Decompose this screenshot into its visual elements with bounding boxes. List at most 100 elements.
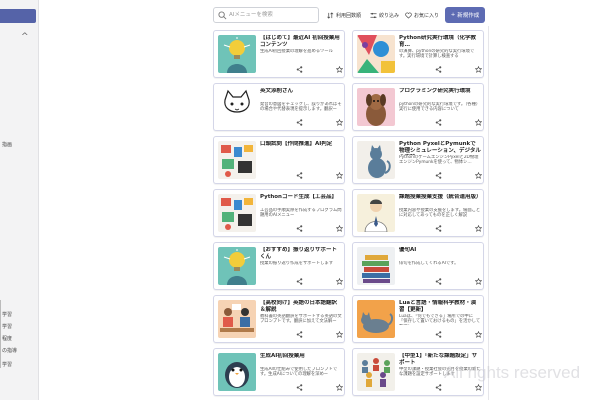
share-icon[interactable] (296, 119, 303, 126)
cat-lying-icon (357, 300, 395, 338)
menu-card[interactable]: Python PyxelとPymunkで物理シミュレーション、デジタルの実験ー … (352, 136, 484, 184)
sidebar-divider (0, 300, 1, 368)
search-input[interactable] (229, 9, 315, 21)
dog-icon (357, 88, 395, 126)
menu-card[interactable]: Python研究実行環境（化学教育… の演算、pythonの研究的な実行環境です… (352, 30, 484, 78)
share-icon[interactable] (296, 172, 303, 179)
menu-card[interactable]: 口頭試問【作問推進】AI判定 (213, 136, 345, 184)
card-title: Luaと言語・情報科学教材・演習【更新】 (399, 300, 477, 313)
card-title: 【おすすめ】振り返りサポートくん (260, 247, 338, 260)
card-description: pythonの研究的な実行環境です。（各種）実行に使用できる内容について (399, 102, 481, 113)
sidebar-item-2[interactable]: 学習 (2, 324, 12, 330)
favorites-label: お気に入り (414, 13, 440, 19)
content-divider (488, 26, 489, 400)
share-icon[interactable] (296, 331, 303, 338)
star-icon[interactable] (475, 384, 482, 391)
study-desk-icon (218, 141, 256, 179)
star-icon[interactable] (336, 331, 343, 338)
study-desk-icon (218, 194, 256, 232)
sidebar-item-fragment[interactable]: 指画 (2, 142, 12, 148)
menu-card[interactable]: Luaと言語・情報科学教材・演習【更新】 Luaは、「何でもできる」場所での中に… (352, 295, 484, 343)
star-icon[interactable] (475, 225, 482, 232)
sidebar-active-item[interactable] (0, 9, 36, 23)
menu-card[interactable]: 優句AI 俳句を作成してくれるAIです。 (352, 242, 484, 290)
star-icon[interactable] (336, 225, 343, 232)
card-title: 課題授業授業支援（統合運用版） (399, 194, 481, 200)
share-icon[interactable] (296, 225, 303, 232)
card-title: Python PyxelとPymunkで物理シミュレーション、デジタルの実験ー (399, 141, 481, 154)
sidebar-item-3[interactable]: 程度 (2, 336, 12, 342)
penguin-icon (218, 353, 256, 391)
card-title: プログラミング研究実行環境 (399, 88, 471, 94)
card-title: 生成AI初回授業用 (260, 353, 305, 359)
lightbulb-head-icon (218, 35, 256, 73)
sort-usage-button[interactable]: 利用回数順 (327, 10, 361, 21)
menu-card[interactable]: プログラミング研究実行環境 pythonの研究的な実行環境です。（各種）実行に使… (352, 83, 484, 131)
star-icon[interactable] (336, 66, 343, 73)
search-icon (218, 11, 227, 20)
filter-label: 絞り込み (379, 13, 400, 19)
star-icon[interactable] (336, 278, 343, 285)
star-icon[interactable] (475, 172, 482, 179)
card-title: 【高校向け】英語の日本語翻訳＆解説 (260, 300, 338, 313)
star-icon[interactable] (475, 278, 482, 285)
card-title: 優句AI (399, 247, 417, 253)
card-description: 工芸品の手順実際を作成するプログラム問題用のAIメニュー (260, 208, 342, 219)
menu-card[interactable]: 【はじめて】最近AI 初回授業用コンテンツ 生成AI初回授業の理解を進めるツール (213, 30, 345, 78)
share-icon[interactable] (435, 119, 442, 126)
abstract-art-icon (357, 35, 395, 73)
filter-button[interactable]: 絞り込み (370, 10, 399, 21)
share-icon[interactable] (435, 384, 442, 391)
star-icon[interactable] (336, 172, 343, 179)
sidebar-item-5[interactable]: 学習 (2, 362, 12, 368)
card-title: 英文添削さん (260, 88, 294, 94)
sidebar-item-1[interactable]: 学習 (2, 312, 12, 318)
lightbulb-head-icon (218, 247, 256, 285)
star-icon[interactable] (336, 384, 343, 391)
sort-icon (327, 12, 334, 19)
menu-card[interactable]: 生成AI初回授業用 生成AIの仕組みで使用したプロンプトです。生成AIについての… (213, 348, 345, 396)
cat-sitting-icon (357, 141, 395, 179)
menu-card[interactable]: 英文添削さん 発音の意図をチェックし、誤りがあればその場合や代替表現を提示します… (213, 83, 345, 131)
card-description: 授業の振り返り作成をサポートします (260, 261, 334, 266)
star-icon[interactable] (475, 66, 482, 73)
share-icon[interactable] (296, 66, 303, 73)
sidebar: ^ 指画 学習 学習 程度 の指導 学習 (0, 0, 39, 400)
menu-card[interactable]: Pythonコード生成【工芸品】 工芸品の手順実際を作成するプログラム問題用のA… (213, 189, 345, 237)
card-description: 俳句を作成してくれるAIです。 (399, 261, 459, 266)
search-box[interactable] (213, 7, 319, 23)
card-description: PythonのゲームエンジンPyxelと2D物理エンジンPymunkを使って、物… (399, 155, 479, 166)
menu-card[interactable]: 【高校向け】英語の日本語翻訳＆解説 教科書の英語翻訳をサポートする英語の文プロン… (213, 295, 345, 343)
share-icon[interactable] (435, 172, 442, 179)
sort-usage-label: 利用回数順 (336, 13, 362, 19)
crowd-icon (357, 353, 395, 391)
chevron-up-icon[interactable]: ^ (21, 33, 29, 42)
classroom-icon (218, 300, 256, 338)
star-icon[interactable] (475, 119, 482, 126)
share-icon[interactable] (435, 278, 442, 285)
card-description: 発音の意図をチェックし、誤りがあればその場合や代替表現を提示します。翻訳ー (260, 102, 342, 113)
card-title: Pythonコード生成【工芸品】 (260, 194, 337, 200)
new-menu-label: 新規作成 (457, 13, 480, 19)
share-icon[interactable] (296, 384, 303, 391)
card-description: 教科書の英語翻訳をサポートする英語の文プロンプトです。翻訳に加えて文法解ー (260, 314, 342, 325)
menu-card[interactable]: 課題授業授業支援（統合運用版） 授業内容や授業の支援をします。場面ごとに対応して… (352, 189, 484, 237)
share-icon[interactable] (296, 278, 303, 285)
sidebar-item-4[interactable]: の指導 (2, 348, 17, 354)
favorites-button[interactable]: お気に入り (405, 10, 439, 21)
share-icon[interactable] (435, 331, 442, 338)
card-description: 生成AIの仕組みで使用したプロンプトです。生成AIについての理解を深めー (260, 367, 338, 378)
card-description: Luaは、「何でもできる」場所での中に「保存して置いておけるもの」を活かして整理… (399, 314, 481, 325)
share-icon[interactable] (435, 225, 442, 232)
watermark: All rights reserved (444, 363, 581, 382)
toolbar: 利用回数順 絞り込み お気に入り + 新規作成 (213, 6, 585, 26)
new-menu-button[interactable]: + 新規作成 (445, 7, 485, 23)
cat-icon (218, 88, 256, 126)
star-icon[interactable] (336, 119, 343, 126)
menu-card[interactable]: 【おすすめ】振り返りサポートくん 授業の振り返り作成をサポートします (213, 242, 345, 290)
card-title: 【はじめて】最近AI 初回授業用コンテンツ (260, 35, 340, 48)
star-icon[interactable] (475, 331, 482, 338)
plus-icon: + (450, 12, 456, 18)
share-icon[interactable] (435, 66, 442, 73)
books-icon (357, 247, 395, 285)
